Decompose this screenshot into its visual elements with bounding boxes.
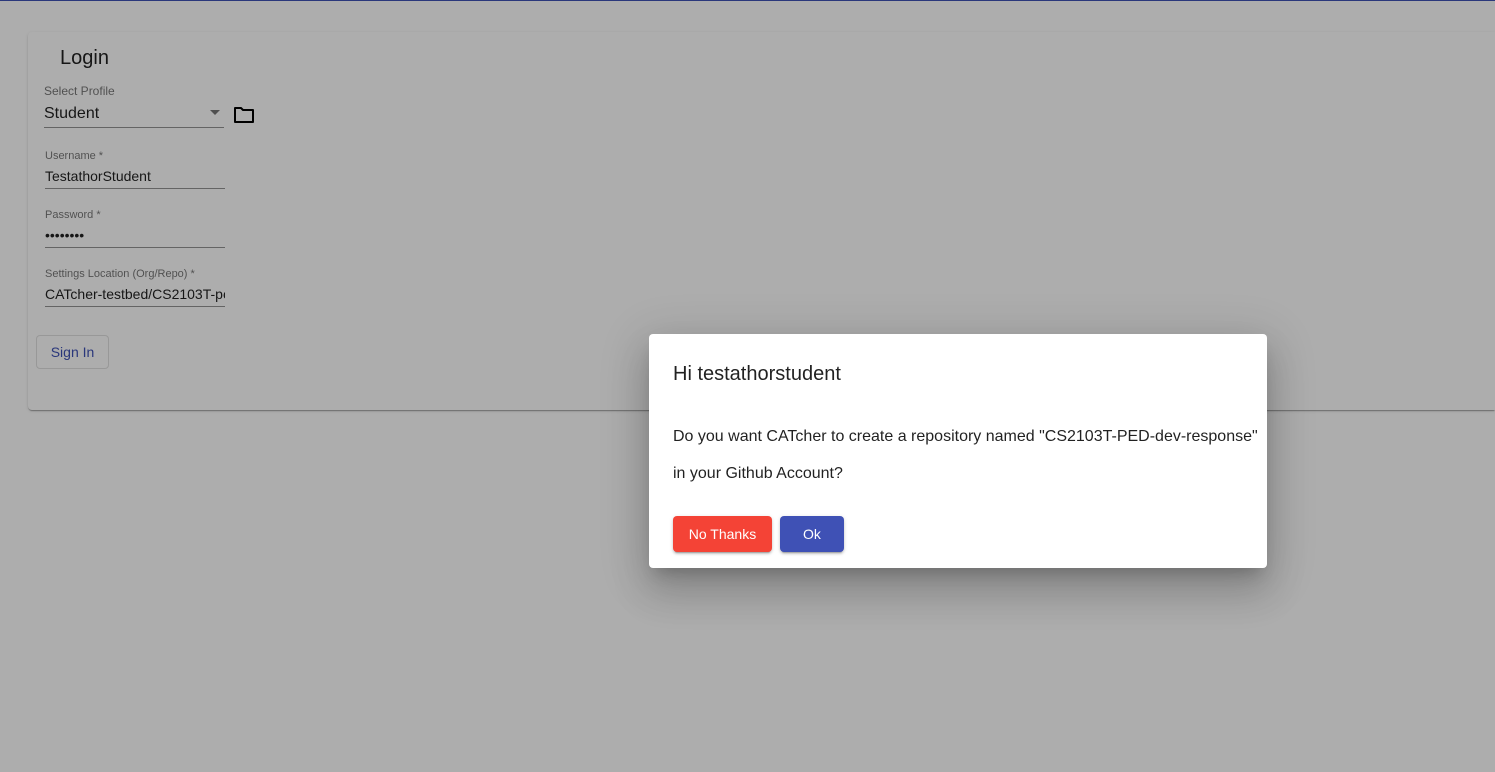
dialog-title: Hi testathorstudent bbox=[673, 363, 841, 385]
ok-button[interactable]: Ok bbox=[780, 516, 844, 552]
dialog-message-line-2: in your Github Account? bbox=[673, 465, 843, 482]
no-thanks-button[interactable]: No Thanks bbox=[673, 516, 772, 552]
create-repo-dialog: Hi testathorstudent Do you want CATcher … bbox=[649, 334, 1267, 568]
dialog-message-line-1: Do you want CATcher to create a reposito… bbox=[673, 428, 1258, 445]
